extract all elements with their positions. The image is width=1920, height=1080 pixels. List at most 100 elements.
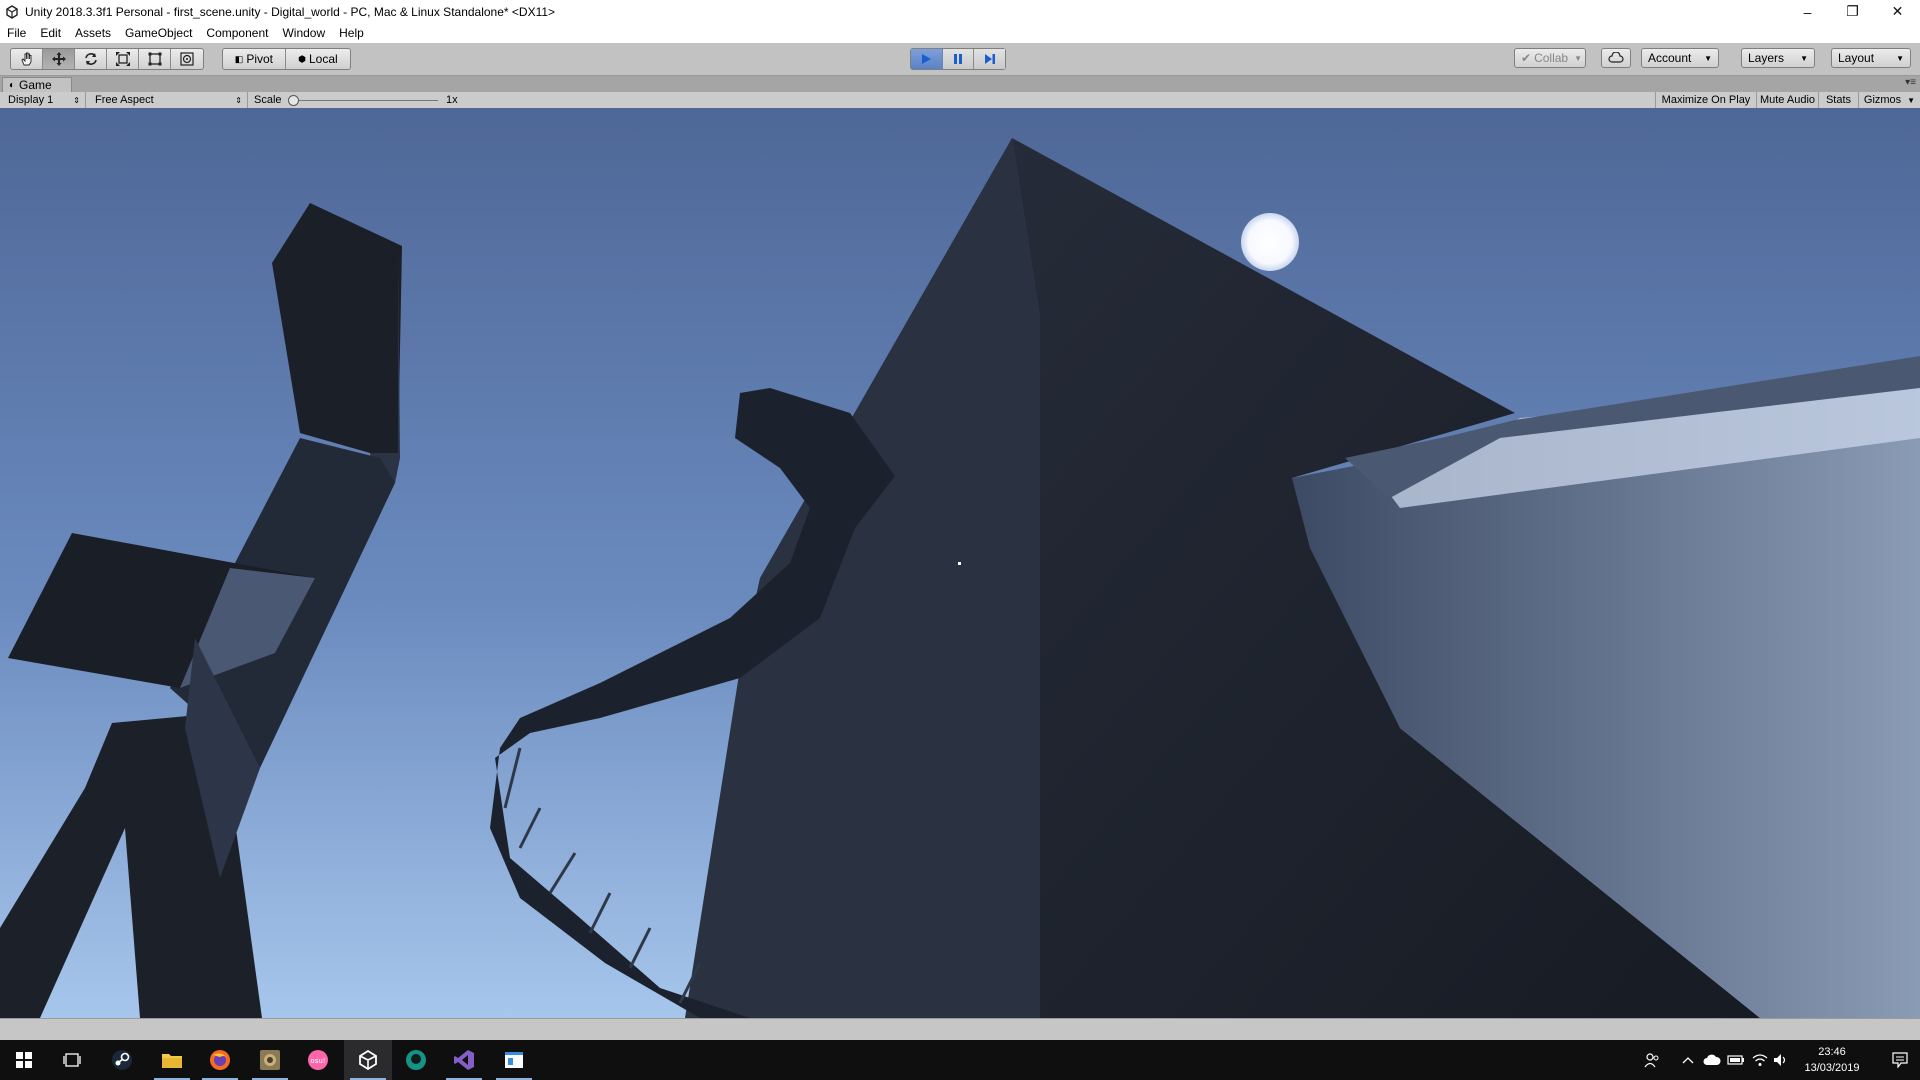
restore-button[interactable]: ❐ [1830, 0, 1875, 23]
tab-game[interactable]: ◐ Game [2, 77, 72, 92]
game-viewport[interactable] [0, 108, 1920, 1018]
panel-tab-bar: ◐ Game ▾≡ [0, 76, 1920, 92]
scale-slider-track[interactable] [290, 100, 438, 101]
visual-studio-icon [454, 1050, 474, 1070]
rotate-tool-button[interactable] [75, 49, 107, 69]
dropdown-arrow-icon: ▼ [1800, 53, 1808, 63]
menu-edit[interactable]: Edit [33, 26, 68, 40]
taskbar-visual-studio[interactable] [440, 1040, 488, 1080]
step-button[interactable] [974, 49, 1006, 69]
pivot-icon: ◧ [234, 53, 244, 64]
people-icon[interactable] [1638, 1040, 1666, 1080]
cloud-services-button[interactable] [1601, 48, 1631, 68]
show-hidden-icons-chevron-icon[interactable] [1676, 1040, 1700, 1080]
taskbar-notepad-app[interactable] [490, 1040, 538, 1080]
notification-icon [1892, 1052, 1908, 1068]
status-bar [0, 1018, 1920, 1041]
taskbar-steam[interactable] [98, 1040, 146, 1080]
mute-audio-toggle[interactable]: Mute Audio [1756, 92, 1818, 108]
local-icon: ⬢ [298, 53, 306, 64]
svg-text:osu!: osu! [310, 1057, 325, 1065]
firefox-icon [210, 1050, 230, 1070]
aspect-label: Free Aspect [95, 94, 154, 106]
rect-transform-icon [148, 52, 161, 66]
minimize-button[interactable]: – [1785, 0, 1830, 23]
pivot-button[interactable]: ◧ Pivot [223, 49, 286, 69]
account-dropdown[interactable]: Account ▼ [1641, 48, 1719, 68]
transform-tools [10, 48, 204, 70]
move-tool-button[interactable] [43, 49, 75, 69]
menu-help[interactable]: Help [332, 26, 371, 40]
hand-icon [20, 52, 31, 66]
dropdown-arrow-icon: ▼ [1574, 53, 1583, 63]
windows-logo-icon [16, 1052, 32, 1068]
scale-icon [115, 52, 130, 66]
onedrive-cloud-icon[interactable] [1700, 1040, 1724, 1080]
main-toolbar: ◧ Pivot ⬢ Local ✔ Collab ▼ Account ▼ Lay… [0, 43, 1920, 76]
photo-app-icon [260, 1050, 280, 1070]
dropdown-arrow-icon: ▼ [1896, 53, 1904, 63]
taskbar-firefox[interactable] [196, 1040, 244, 1080]
folder-icon [162, 1054, 182, 1068]
layout-label: Layout [1838, 51, 1875, 65]
transform-tool-button[interactable] [171, 49, 202, 69]
account-label: Account [1648, 51, 1692, 65]
wifi-icon[interactable] [1748, 1040, 1772, 1080]
menu-component[interactable]: Component [199, 26, 275, 40]
stats-toggle[interactable]: Stats [1818, 92, 1858, 108]
taskbar-gitkraken[interactable] [392, 1040, 440, 1080]
pause-button[interactable] [942, 49, 975, 69]
display-dropdown[interactable]: Display 1 ⇕ [0, 92, 86, 108]
scale-slider-thumb[interactable] [288, 95, 299, 106]
clock-date: 13/03/2019 [1804, 1062, 1860, 1074]
task-view-icon [63, 1053, 81, 1067]
layout-dropdown[interactable]: Layout ▼ [1831, 48, 1911, 68]
collab-button[interactable]: ✔ Collab ▼ [1514, 48, 1586, 68]
menu-bar: File Edit Assets GameObject Component Wi… [0, 23, 1920, 43]
menu-gameobject[interactable]: GameObject [118, 26, 199, 40]
game-view-controls: Display 1 ⇕ Free Aspect ⇕ Scale 1x Maxim… [0, 92, 1920, 109]
panel-menu-icon[interactable]: ▾≡ [1905, 77, 1916, 88]
menu-assets[interactable]: Assets [68, 26, 118, 40]
game-scene[interactable] [0, 108, 1920, 1018]
play-button[interactable] [911, 49, 943, 69]
transform-icon [179, 52, 194, 66]
action-center-button[interactable] [1880, 1040, 1920, 1080]
maximize-on-play-toggle[interactable]: Maximize On Play [1655, 92, 1756, 108]
display-label: Display 1 [8, 94, 54, 106]
play-icon [922, 54, 932, 64]
sun [1241, 213, 1299, 271]
rect-tool-button[interactable] [139, 49, 171, 69]
updown-arrow-icon: ⇕ [235, 95, 242, 105]
scale-label: Scale [254, 94, 282, 106]
aspect-dropdown[interactable]: Free Aspect ⇕ [86, 92, 248, 108]
crosshair [958, 562, 961, 565]
battery-icon[interactable] [1724, 1040, 1748, 1080]
layers-dropdown[interactable]: Layers ▼ [1741, 48, 1815, 68]
menu-window[interactable]: Window [275, 26, 332, 40]
hand-tool-button[interactable] [11, 49, 43, 69]
steam-icon [112, 1050, 132, 1070]
system-clock[interactable]: 23:46 13/03/2019 [1786, 1040, 1878, 1080]
local-button[interactable]: ⬢ Local [286, 49, 350, 69]
menu-file[interactable]: File [0, 26, 33, 40]
task-view-button[interactable] [48, 1040, 96, 1080]
cloud-icon [1608, 52, 1624, 63]
start-button[interactable] [0, 1040, 48, 1080]
step-icon [984, 54, 995, 64]
layers-label: Layers [1748, 51, 1785, 65]
check-icon: ✔ [1521, 51, 1532, 65]
scale-value: 1x [446, 94, 458, 106]
taskbar-photo-app[interactable] [246, 1040, 294, 1080]
gizmos-dropdown[interactable]: Gizmos ▼ [1858, 92, 1920, 108]
collab-label: Collab [1534, 51, 1569, 65]
rotate-icon [84, 53, 97, 65]
close-button[interactable]: ✕ [1875, 0, 1920, 23]
taskbar-unity[interactable] [344, 1040, 392, 1080]
game-tab-label: Game [19, 78, 52, 92]
notepad-app-icon [505, 1052, 523, 1068]
taskbar-file-explorer[interactable] [148, 1040, 196, 1080]
pivot-label: Pivot [246, 52, 273, 66]
taskbar-osu[interactable]: osu! [294, 1040, 342, 1080]
scale-tool-button[interactable] [107, 49, 139, 69]
